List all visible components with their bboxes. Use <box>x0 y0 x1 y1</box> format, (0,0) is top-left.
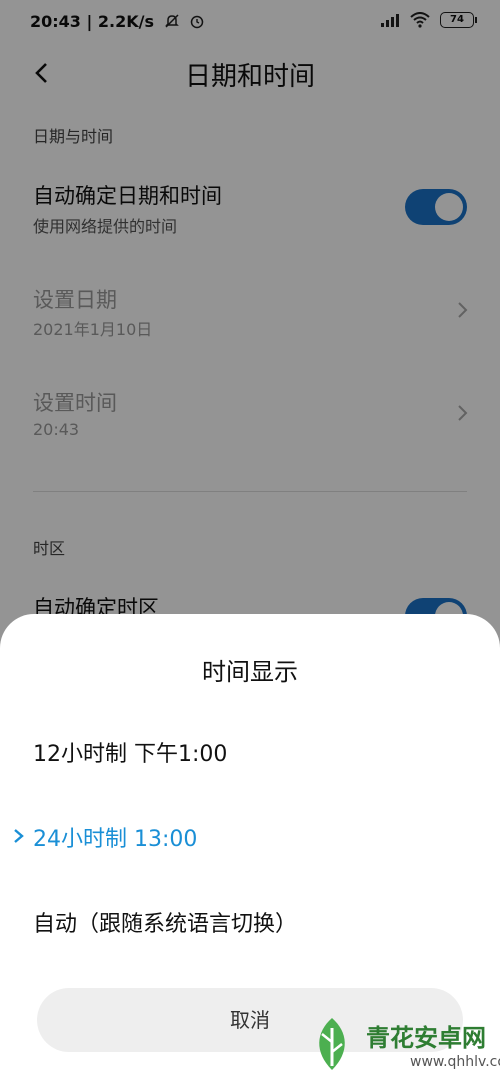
selected-chevron-icon <box>14 829 24 843</box>
option-12-hour[interactable]: 12小时制 下午1:00 <box>33 736 227 768</box>
watermark-leaf-icon <box>319 1018 345 1070</box>
sheet-title: 时间显示 <box>202 658 298 686</box>
watermark-url: www.qhhlv.com <box>410 1054 500 1070</box>
option-24-hour[interactable]: 24小时制 13:00 <box>33 821 197 853</box>
watermark-logo: 青花安卓网 www.qhhlv.com <box>300 1010 500 1080</box>
option-auto[interactable]: 自动（跟随系统语言切换） <box>33 906 297 938</box>
watermark-text: 青花安卓网 <box>366 1024 486 1052</box>
